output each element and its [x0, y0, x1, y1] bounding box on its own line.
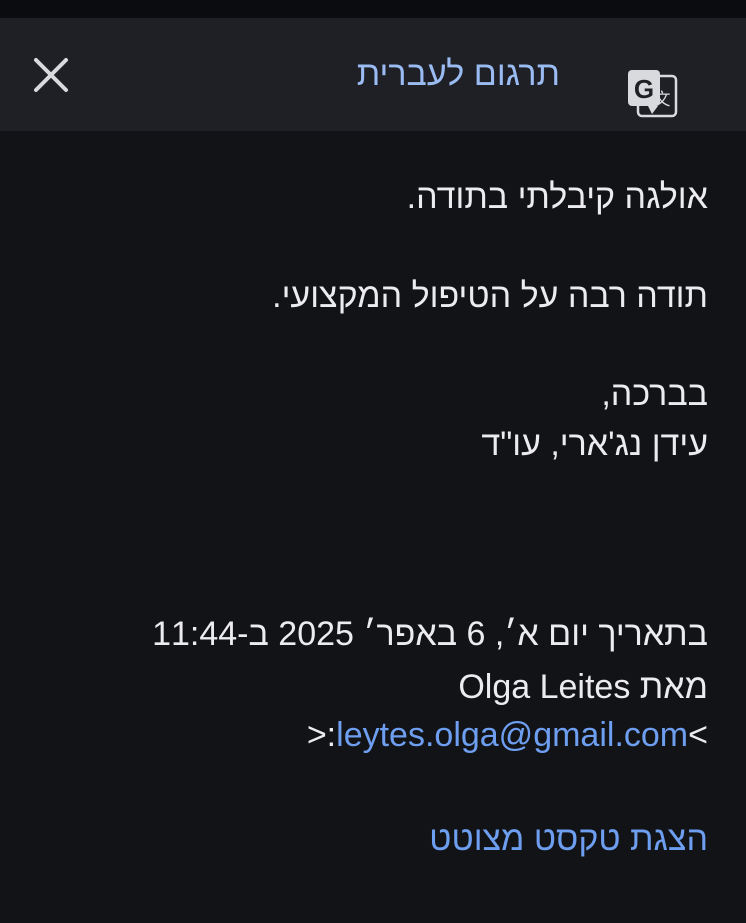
email-link[interactable]: leytes.olga@gmail.com: [336, 716, 688, 754]
quote-from-line: מאת Olga Leites: [458, 668, 708, 706]
svg-text:G: G: [634, 74, 654, 104]
email-suffix: >:: [306, 716, 337, 754]
toolbar-title: תרגום לעברית: [356, 55, 560, 93]
email-open-bracket-visible: <: [688, 716, 708, 754]
message-line-thanks: תודה רבה על הטיפול המקצועי.: [272, 277, 708, 315]
translation-toolbar: תרגום לעברית 文 G: [0, 18, 746, 131]
google-translate-icon[interactable]: 文 G: [626, 68, 678, 118]
message-line-signature: עידן נג'ארי, עו"ד: [481, 425, 708, 463]
quote-date-line: בתאריך יום א׳, 6 באפר׳ 2025 ב-11:44: [152, 615, 708, 653]
quote-email-line: < >:leytes.olga@gmail.com<: [307, 708, 708, 762]
close-button[interactable]: [22, 53, 80, 97]
message-line-greeting: אולגה קיבלתי בתודה.: [406, 178, 708, 216]
status-strip: [0, 0, 746, 18]
show-quoted-text-link[interactable]: הצגת טקסט מצוטט: [429, 812, 708, 866]
close-icon: [34, 58, 68, 92]
message-line-regards: בברכה,: [601, 375, 708, 413]
